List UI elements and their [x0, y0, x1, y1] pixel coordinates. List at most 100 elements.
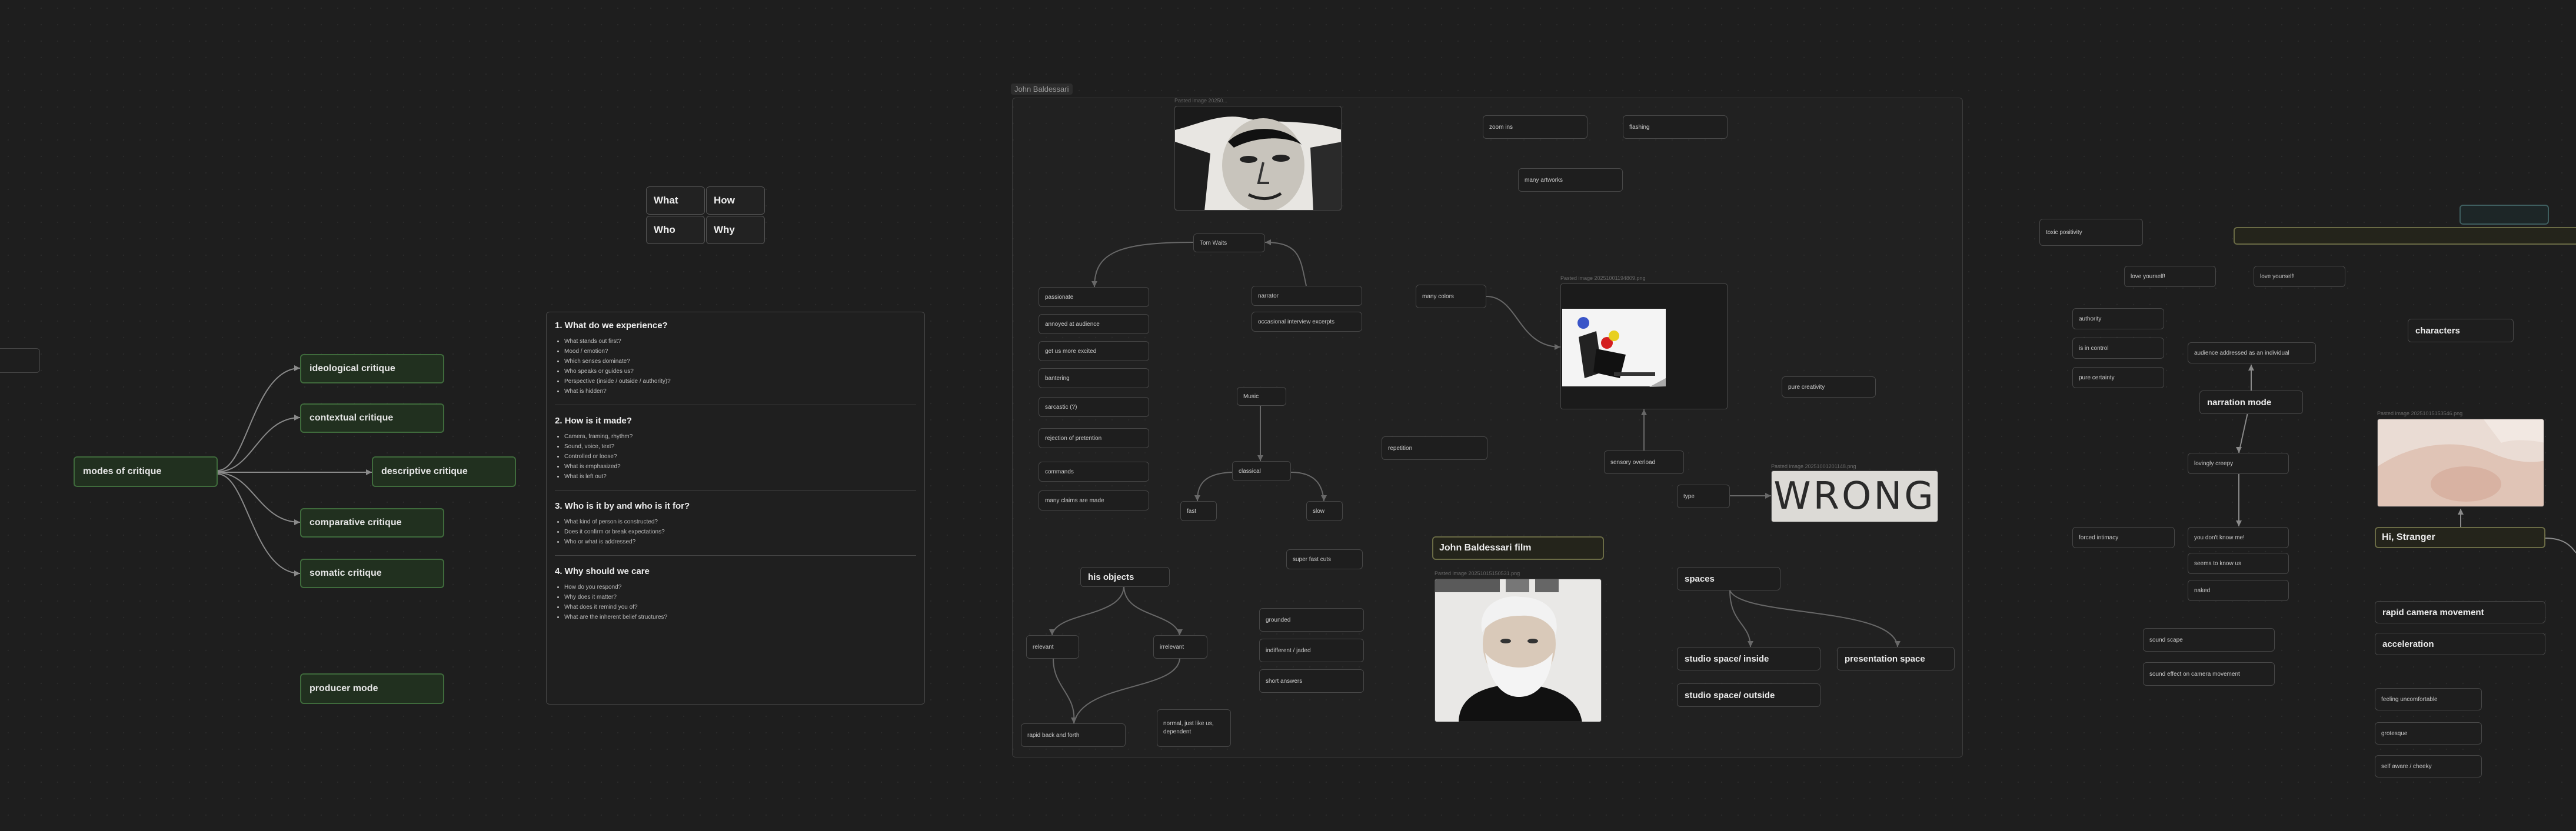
- arrow-contextual: [294, 415, 300, 420]
- commands-node[interactable]: commands: [1039, 462, 1149, 482]
- acceleration-node[interactable]: acceleration: [2375, 633, 2545, 655]
- characters-node[interactable]: characters: [2408, 319, 2514, 342]
- self-aware-node[interactable]: self aware / cheeky: [2375, 755, 2482, 777]
- somatic-critique-node[interactable]: somatic critique: [300, 559, 444, 588]
- slow-node[interactable]: slow: [1306, 501, 1343, 521]
- studio-inside-node[interactable]: studio space/ inside: [1677, 647, 1820, 670]
- arrow-audience: [2248, 365, 2254, 371]
- offscreen-node[interactable]: [0, 348, 40, 373]
- questions-card[interactable]: 1. What do we experience? What stands ou…: [546, 312, 925, 705]
- q4-item: What are the inherent belief structures?: [564, 612, 916, 622]
- zoom-ins-node[interactable]: zoom ins: [1483, 115, 1587, 139]
- grotesque-node[interactable]: grotesque: [2375, 722, 2482, 745]
- wrong-image-caption: Pasted image 20251001201148.png: [1771, 463, 1856, 469]
- studio-outside-node[interactable]: studio space/ outside: [1677, 683, 1820, 707]
- sound-scape-node[interactable]: sound scape: [2143, 628, 2275, 652]
- pure-creativity-node[interactable]: pure creativity: [1782, 376, 1876, 398]
- narration-mode-node[interactable]: narration mode: [2199, 391, 2303, 414]
- teal-node[interactable]: [2459, 205, 2549, 225]
- q1-item: Mood / emotion?: [564, 346, 916, 356]
- many-claims-node[interactable]: many claims are made: [1039, 490, 1149, 510]
- super-fast-cuts-node[interactable]: super fast cuts: [1286, 549, 1363, 569]
- passionate-node[interactable]: passionate: [1039, 287, 1149, 307]
- art-image[interactable]: [1560, 283, 1728, 409]
- john-film-node[interactable]: John Baldessari film: [1432, 536, 1604, 560]
- grid-why[interactable]: Why: [706, 216, 765, 244]
- audience-addressed-node[interactable]: audience addressed as an individual: [2188, 342, 2316, 363]
- bantering-node[interactable]: bantering: [1039, 368, 1149, 388]
- occasional-node[interactable]: occasional interview excerpts: [1252, 312, 1362, 332]
- tom-waits-image[interactable]: [1174, 106, 1342, 211]
- baldessari-group-label[interactable]: John Baldessari: [1011, 84, 1073, 95]
- descriptive-critique-node[interactable]: descriptive critique: [372, 456, 516, 487]
- seems-to-know-node[interactable]: seems to know us: [2188, 553, 2289, 574]
- grid-what[interactable]: What: [646, 186, 705, 215]
- love-yourself-node-1[interactable]: love yourself!: [2124, 266, 2216, 287]
- skin-image-caption: Pasted image 20251015153546.png: [2377, 411, 2463, 416]
- forced-intimacy-node[interactable]: forced intimacy: [2072, 527, 2175, 548]
- wrong-text: WRONG: [1773, 475, 1936, 518]
- flashing-node[interactable]: flashing: [1623, 115, 1728, 139]
- top-bar-node[interactable]: [2234, 227, 2576, 245]
- love-yourself-node-2[interactable]: love yourself!: [2254, 266, 2345, 287]
- many-artworks-node[interactable]: many artworks: [1518, 168, 1623, 192]
- music-node[interactable]: Music: [1237, 387, 1286, 406]
- presentation-space-node[interactable]: presentation space: [1837, 647, 1955, 670]
- indifferent-node[interactable]: indifferent / jaded: [1259, 639, 1364, 662]
- q2-item: Controlled or loose?: [564, 452, 916, 462]
- narrator-node[interactable]: narrator: [1252, 286, 1362, 306]
- section-1-list: What stands out first? Mood / emotion? W…: [555, 336, 916, 396]
- naked-node[interactable]: naked: [2188, 580, 2289, 601]
- section-4-list: How do you respond? Why does it matter? …: [555, 582, 916, 622]
- fast-node[interactable]: fast: [1180, 501, 1217, 521]
- many-colors-node[interactable]: many colors: [1416, 285, 1486, 308]
- edge-critique-contextual: [217, 417, 301, 472]
- normal-just-like-node[interactable]: normal, just like us, dependent: [1157, 709, 1231, 747]
- in-control-node[interactable]: is in control: [2072, 338, 2164, 359]
- contextual-critique-node[interactable]: contextual critique: [300, 403, 444, 433]
- wrong-image[interactable]: WRONG: [1771, 470, 1938, 522]
- arrow-somatic: [294, 570, 300, 576]
- ideological-critique-node[interactable]: ideological critique: [300, 354, 444, 383]
- authority-node[interactable]: authority: [2072, 308, 2164, 329]
- get-excited-node[interactable]: get us more excited: [1039, 341, 1149, 361]
- classical-node[interactable]: classical: [1232, 461, 1291, 481]
- q4-item: Why does it matter?: [564, 592, 916, 602]
- comparative-critique-node[interactable]: comparative critique: [300, 508, 444, 538]
- rejection-node[interactable]: rejection of pretention: [1039, 428, 1149, 448]
- arrow-ideological: [294, 365, 300, 371]
- grid-how[interactable]: How: [706, 186, 765, 215]
- spaces-node[interactable]: spaces: [1677, 567, 1780, 590]
- grid-who[interactable]: Who: [646, 216, 705, 244]
- tom-waits-node[interactable]: Tom Waits: [1193, 233, 1265, 252]
- skin-image[interactable]: [2377, 419, 2544, 507]
- lovingly-creepy-node[interactable]: lovingly creepy: [2188, 453, 2289, 474]
- irrelevant-node[interactable]: irrelevant: [1153, 635, 1207, 659]
- toxic-positivity-node[interactable]: toxic positivity: [2039, 219, 2143, 246]
- his-objects-node[interactable]: his objects: [1080, 567, 1170, 587]
- section-2-title: 2. How is it made?: [555, 416, 632, 426]
- q3-item: Who or what is addressed?: [564, 537, 916, 547]
- feeling-uncomfortable-node[interactable]: feeling uncomfortable: [2375, 688, 2482, 710]
- pure-certainty-node[interactable]: pure certainty: [2072, 367, 2164, 388]
- annoyed-node[interactable]: annoyed at audience: [1039, 314, 1149, 334]
- repetition-node[interactable]: repetition: [1382, 436, 1487, 460]
- normal-just-like-label: normal, just like us, dependent: [1163, 720, 1214, 735]
- hi-stranger-node[interactable]: Hi, Stranger: [2375, 527, 2545, 548]
- type-node[interactable]: type: [1677, 485, 1730, 508]
- producer-mode-node[interactable]: producer mode: [300, 673, 444, 704]
- sarcastic-node[interactable]: sarcastic (?): [1039, 397, 1149, 417]
- short-answers-node[interactable]: short answers: [1259, 669, 1364, 693]
- grounded-node[interactable]: grounded: [1259, 608, 1364, 632]
- john-image[interactable]: [1435, 579, 1602, 722]
- edge-narration-creepy: [2238, 412, 2248, 453]
- relevant-node[interactable]: relevant: [1026, 635, 1079, 659]
- q1-item: What is hidden?: [564, 386, 916, 396]
- q1-item: What stands out first?: [564, 336, 916, 346]
- sensory-overload-node[interactable]: sensory overload: [1604, 450, 1684, 474]
- dont-know-me-node[interactable]: you don't know me!: [2188, 527, 2289, 548]
- sound-effect-node[interactable]: sound effect on camera movement: [2143, 662, 2275, 686]
- rapid-back-node[interactable]: rapid back and forth: [1021, 723, 1126, 747]
- rapid-camera-node[interactable]: rapid camera movement: [2375, 601, 2545, 623]
- modes-of-critique-node[interactable]: modes of critique: [74, 456, 218, 487]
